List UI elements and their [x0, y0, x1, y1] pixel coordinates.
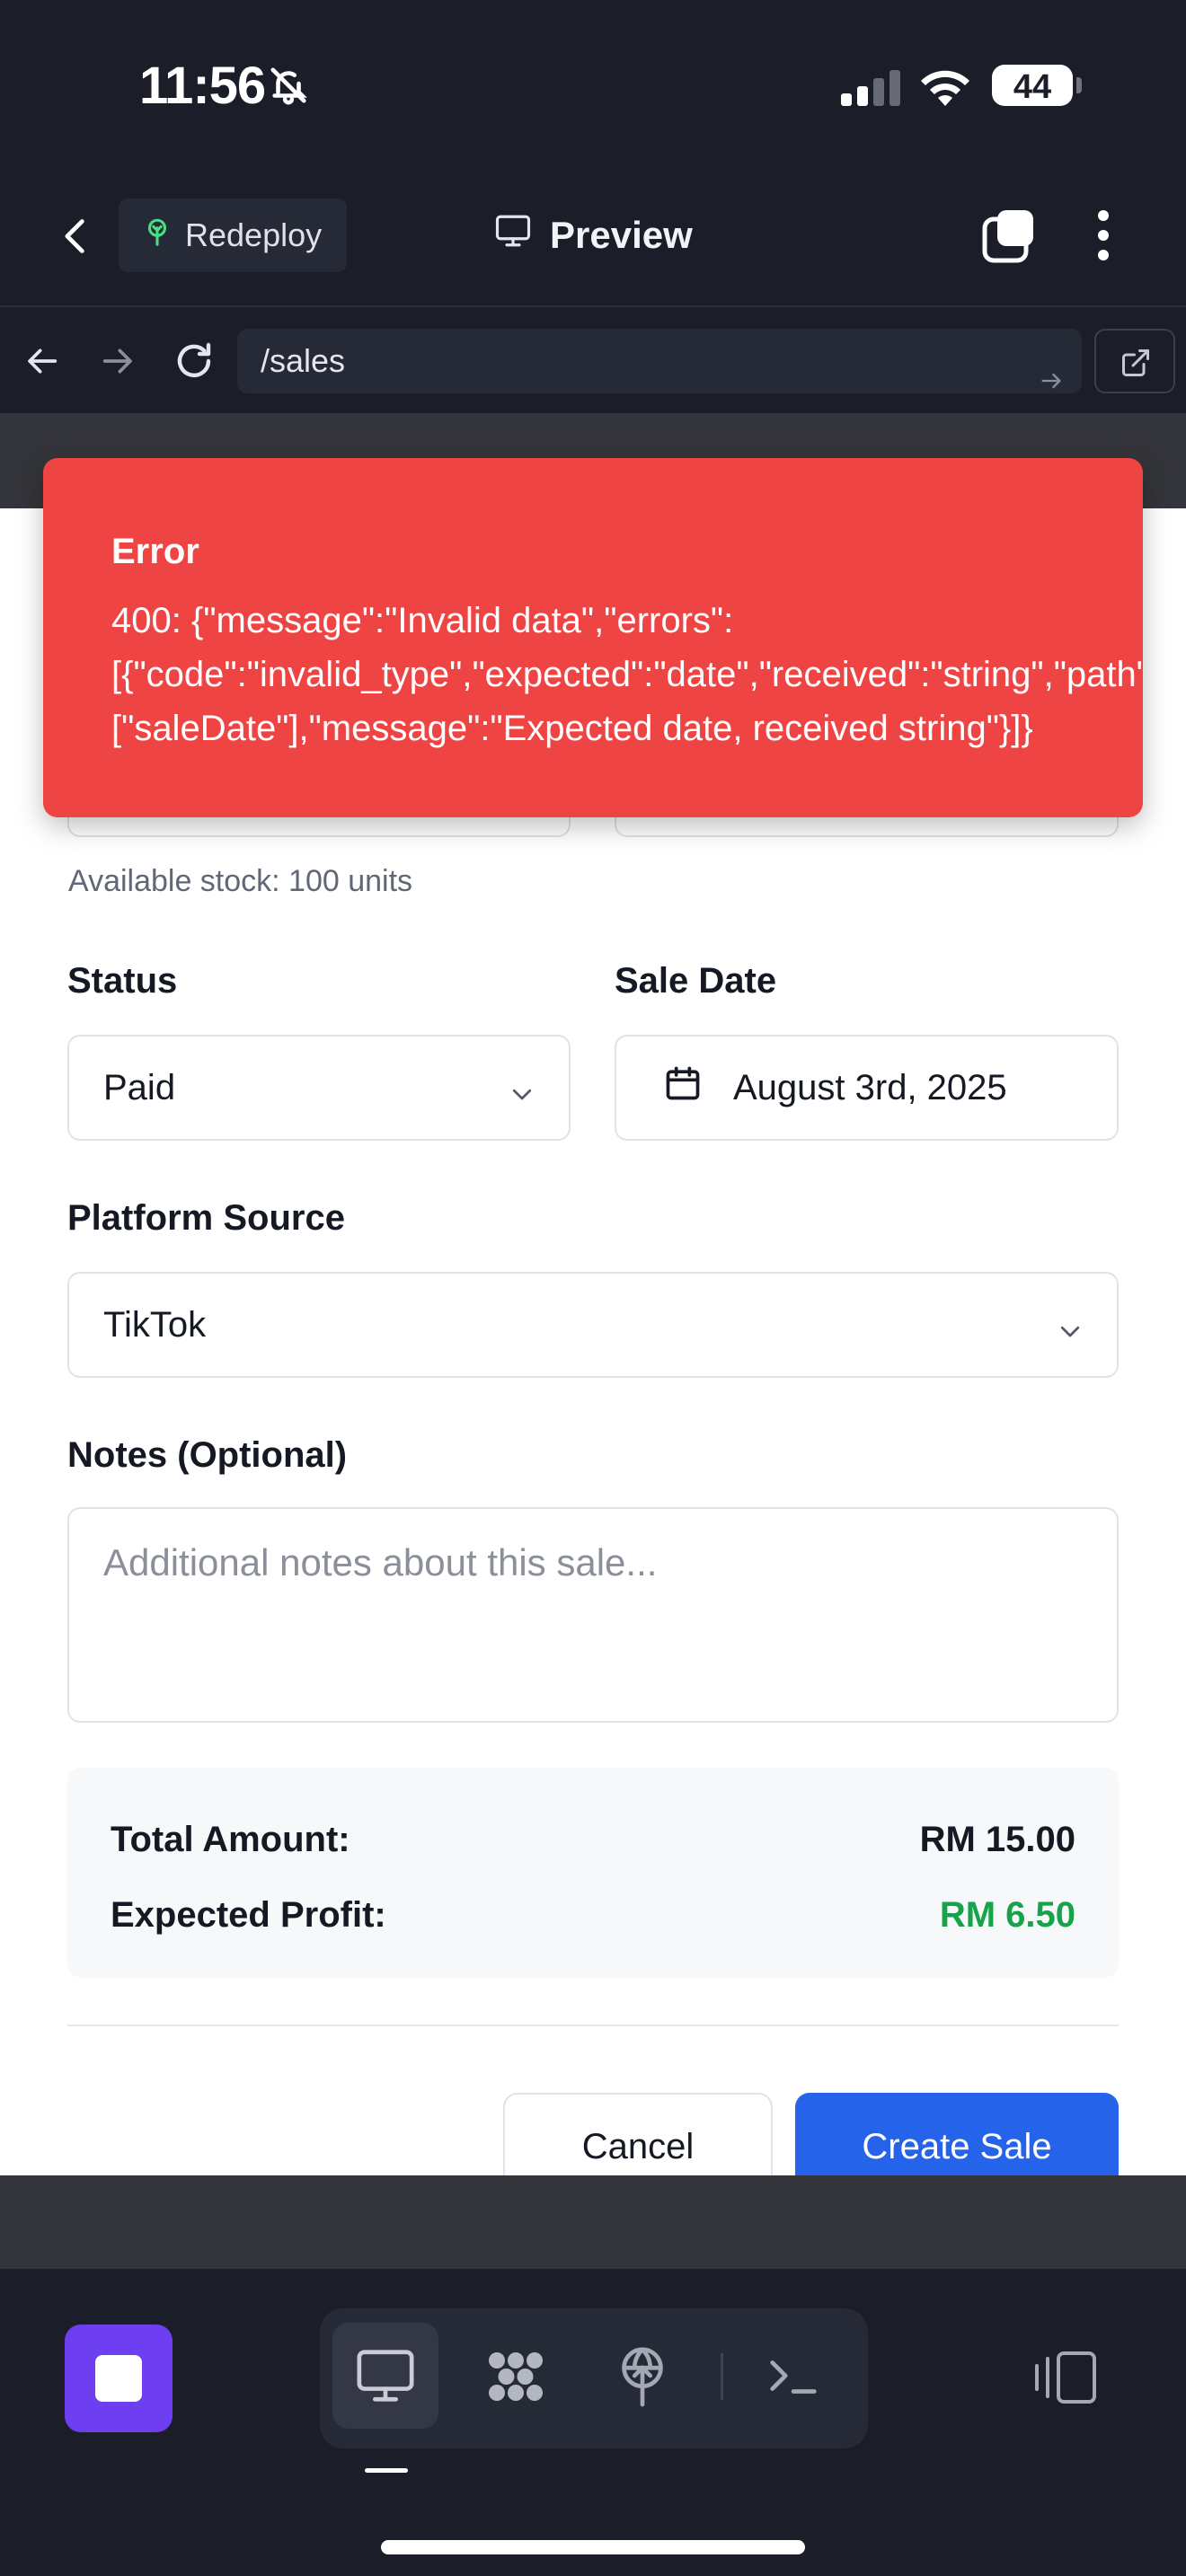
- bell-slash-icon: [268, 65, 309, 110]
- profit-row: Expected Profit: RM 6.50: [111, 1895, 1075, 1936]
- desktop-icon: [357, 2350, 414, 2402]
- bottom-toolbar: [0, 2269, 1186, 2576]
- error-toast[interactable]: Error 400: {"message":"Invalid data","er…: [43, 458, 1143, 817]
- platform-value: TikTok: [103, 1304, 207, 1345]
- calendar-icon: [663, 1063, 703, 1112]
- preview-label: Preview: [550, 214, 693, 256]
- deploy-tool[interactable]: [589, 2323, 695, 2429]
- reload-icon[interactable]: [173, 340, 216, 387]
- external-link-button[interactable]: [1094, 329, 1175, 393]
- total-label: Total Amount:: [111, 1820, 350, 1859]
- preview-tab[interactable]: Preview: [492, 212, 693, 259]
- wifi-icon: [918, 66, 972, 112]
- status-value: Paid: [103, 1067, 176, 1107]
- external-link-icon: [1122, 349, 1149, 376]
- stock-hint: Available stock: 100 units: [68, 864, 413, 898]
- toast-title: Error: [111, 532, 199, 571]
- arrow-left-icon[interactable]: [23, 343, 63, 384]
- toast-message-line: ["saleDate"],"message":"Expected date, r…: [111, 709, 1033, 748]
- status-select[interactable]: Paid: [67, 1035, 571, 1141]
- notes-placeholder: Additional notes about this sale...: [103, 1541, 658, 1584]
- status-time: 11:56: [139, 57, 266, 115]
- tabs-icon[interactable]: [981, 208, 1039, 269]
- cancel-button[interactable]: Cancel: [503, 2093, 773, 2175]
- apps-tool[interactable]: [462, 2323, 568, 2429]
- battery-icon: 44: [992, 65, 1082, 106]
- sale-date-value: August 3rd, 2025: [733, 1067, 1007, 1107]
- tool-switcher: [320, 2308, 868, 2448]
- order-summary: Total Amount: RM 15.00 Expected Profit: …: [67, 1768, 1119, 1978]
- toast-message-line: 400: {"message":"Invalid data","errors":: [111, 601, 734, 640]
- terminal-icon: [770, 2360, 817, 2394]
- terminal-tool[interactable]: [740, 2323, 846, 2429]
- active-tool-indicator: [365, 2468, 408, 2473]
- chevron-down-icon: [1056, 1313, 1084, 1354]
- apps-icon: [489, 2352, 543, 2401]
- stop-button[interactable]: [65, 2325, 173, 2432]
- redeploy-button[interactable]: Redeploy: [119, 198, 347, 272]
- status-label: Status: [67, 961, 178, 1001]
- kebab-icon[interactable]: [1096, 208, 1111, 267]
- tool-separator: [721, 2353, 723, 2400]
- chevron-down-icon: [508, 1076, 536, 1116]
- arrow-right-icon[interactable]: [97, 343, 137, 384]
- tree-icon: [142, 216, 173, 255]
- url-input[interactable]: /sales: [237, 329, 1082, 393]
- notes-label: Notes (Optional): [67, 1435, 348, 1475]
- redeploy-label: Redeploy: [185, 216, 323, 253]
- monitor-icon: [492, 212, 534, 259]
- url-text: /sales: [261, 342, 346, 379]
- sale-date-picker[interactable]: August 3rd, 2025: [615, 1035, 1119, 1141]
- cellular-icon: [841, 70, 904, 110]
- total-row: Total Amount: RM 15.00: [111, 1820, 1075, 1860]
- platform-select[interactable]: TikTok: [67, 1272, 1119, 1378]
- go-arrow-icon[interactable]: [1039, 350, 1064, 415]
- platform-label: Platform Source: [67, 1198, 345, 1238]
- sidebar-icon[interactable]: [1033, 2350, 1100, 2410]
- home-indicator: [381, 2540, 805, 2554]
- profit-value: RM 6.50: [939, 1895, 1075, 1935]
- divider: [67, 2025, 1119, 2026]
- browser-toolbar: /sales: [0, 305, 1186, 413]
- deploy-icon: [622, 2347, 663, 2407]
- desktop-tool[interactable]: [332, 2323, 438, 2429]
- notes-textarea[interactable]: Additional notes about this sale...: [67, 1507, 1119, 1723]
- toast-message-line: [{"code":"invalid_type","expected":"date…: [111, 655, 1143, 694]
- create-sale-button[interactable]: Create Sale: [795, 2093, 1119, 2175]
- webview-bottom-band: [0, 2175, 1186, 2269]
- total-value: RM 15.00: [919, 1820, 1075, 1859]
- chevron-left-icon[interactable]: [56, 214, 95, 263]
- sale-date-label: Sale Date: [615, 961, 777, 1001]
- profit-label: Expected Profit:: [111, 1895, 386, 1935]
